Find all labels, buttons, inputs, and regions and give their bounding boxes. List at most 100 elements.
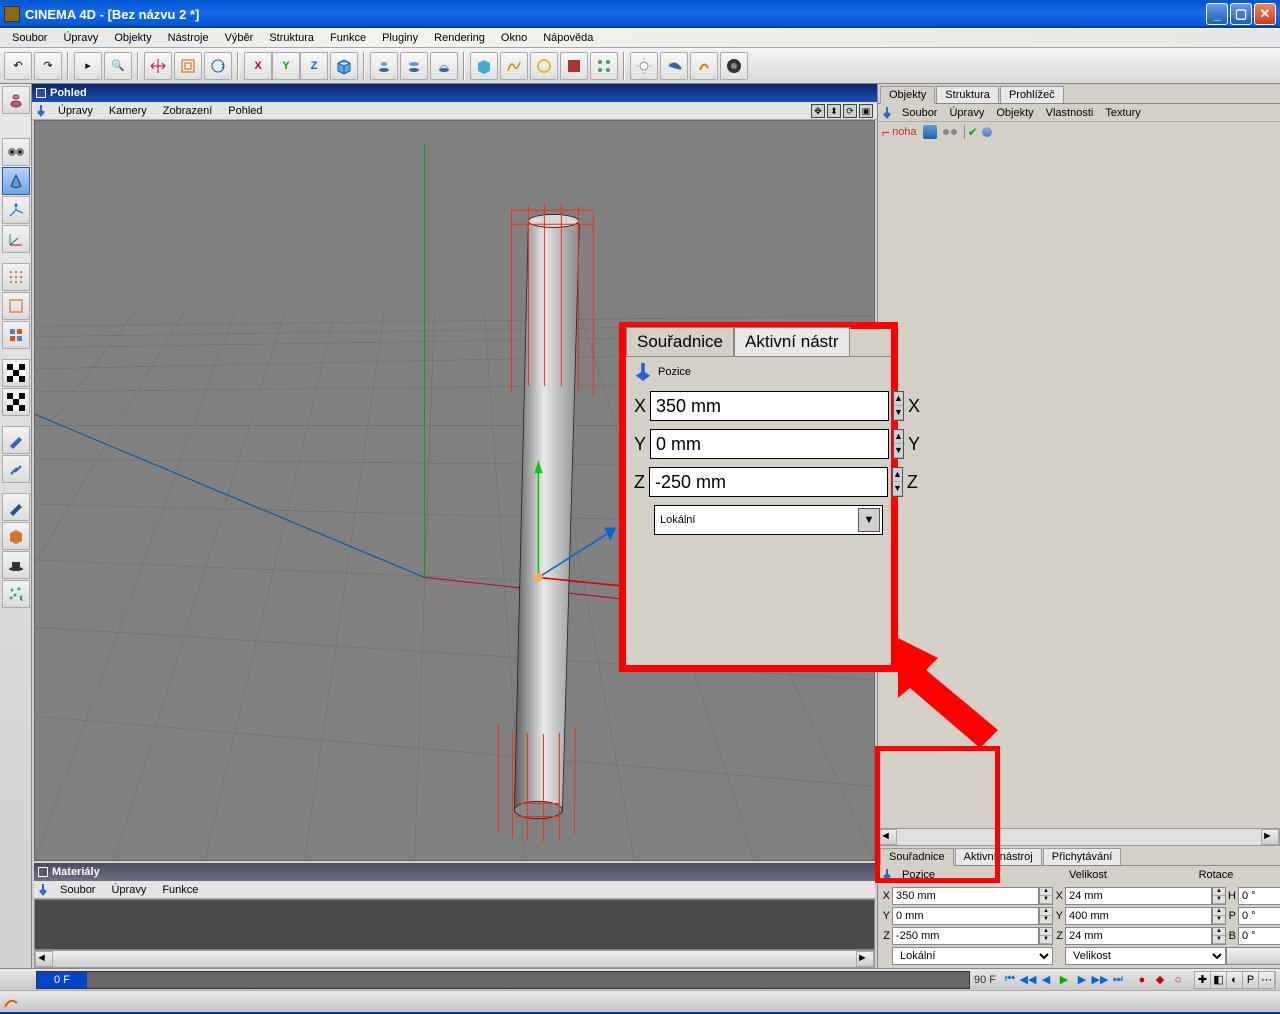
rot-h-input[interactable]: [1238, 887, 1280, 905]
apply-button[interactable]: Použít: [1226, 947, 1280, 965]
object-name[interactable]: noha: [892, 126, 916, 138]
current-frame[interactable]: 0 F: [37, 972, 87, 988]
visibility-dots[interactable]: [943, 129, 957, 135]
circle-shape-button[interactable]: [530, 52, 558, 80]
primitive-menu-button[interactable]: [470, 52, 498, 80]
om-menu-objekty[interactable]: Objekty: [990, 107, 1039, 119]
vp-nav-3[interactable]: ⟳: [843, 104, 857, 118]
menu-objekty[interactable]: Objekty: [106, 30, 159, 46]
record-button[interactable]: ●: [1134, 972, 1150, 988]
zoom-tab-aktivni[interactable]: Aktivní nástr: [734, 327, 850, 356]
undo-button[interactable]: ↶: [4, 52, 32, 80]
pos-mode-select[interactable]: Lokální: [892, 947, 1053, 965]
spinner[interactable]: ▲▼: [893, 391, 904, 421]
menu-okno[interactable]: Okno: [493, 30, 535, 46]
zoom-mode-select[interactable]: Lokální▼: [654, 505, 883, 535]
tool-edges[interactable]: [2, 292, 30, 320]
tool-brush[interactable]: [2, 426, 30, 454]
spinner[interactable]: ▲▼: [1039, 907, 1053, 925]
key-param-button[interactable]: P: [1243, 972, 1259, 988]
mat-menu-upravy[interactable]: Úpravy: [103, 884, 154, 896]
menu-funkce[interactable]: Funkce: [322, 30, 374, 46]
keyframe-button[interactable]: ○: [1170, 972, 1186, 988]
vp-nav-4[interactable]: ▣: [859, 104, 873, 118]
rotate-tool[interactable]: [204, 52, 232, 80]
axis-y-toggle[interactable]: Y: [272, 52, 300, 80]
scene-button[interactable]: [660, 52, 688, 80]
tool-checker-b[interactable]: [2, 388, 30, 416]
tool-eyes[interactable]: [2, 138, 30, 166]
axis-x-toggle[interactable]: X: [244, 52, 272, 80]
pos-x-input[interactable]: [892, 887, 1039, 905]
key-s-button[interactable]: ◧: [1211, 972, 1227, 988]
next-frame-button[interactable]: ▶: [1074, 972, 1090, 988]
expand-icon[interactable]: ⌐: [882, 124, 890, 140]
om-menu-vlastnosti[interactable]: Vlastnosti: [1040, 107, 1100, 119]
translate-tool[interactable]: [144, 52, 172, 80]
timeline[interactable]: 0 F: [36, 971, 970, 989]
deformer-3-button[interactable]: [430, 52, 458, 80]
tool-checker-a[interactable]: [2, 359, 30, 387]
close-button[interactable]: ✕: [1254, 3, 1276, 25]
spinner[interactable]: ▲▼: [1039, 887, 1053, 905]
pos-z-input[interactable]: [892, 927, 1039, 945]
tab-struktura[interactable]: Struktura: [936, 86, 999, 103]
materials-scrollbar[interactable]: ◄►: [34, 950, 875, 968]
tool-hat[interactable]: [2, 551, 30, 579]
size-y-input[interactable]: [1065, 907, 1212, 925]
spinner[interactable]: ▲▼: [892, 467, 903, 497]
tool-link[interactable]: [2, 455, 30, 483]
spinner[interactable]: ▲▼: [1212, 927, 1226, 945]
tab-objekty[interactable]: Objekty: [880, 86, 935, 104]
tool-brush2[interactable]: [2, 493, 30, 521]
menu-pluginy[interactable]: Pluginy: [374, 30, 426, 46]
vp-menu-upravy[interactable]: Úpravy: [50, 105, 101, 117]
play-button[interactable]: ▶: [1056, 972, 1072, 988]
render-view-button[interactable]: [720, 52, 748, 80]
key-r-button[interactable]: ◐: [1227, 972, 1243, 988]
redo-button[interactable]: ↷: [34, 52, 62, 80]
menu-napoveda[interactable]: Nápověda: [535, 30, 601, 46]
menu-soubor[interactable]: Soubor: [4, 30, 55, 46]
goto-end-button[interactable]: ⏭: [1110, 972, 1126, 988]
tool-box[interactable]: [2, 522, 30, 550]
tool-cone[interactable]: [2, 167, 30, 195]
tool-axis-icon[interactable]: [2, 196, 30, 224]
prev-frame-button[interactable]: ◀: [1038, 972, 1054, 988]
tool-a-button[interactable]: [690, 52, 718, 80]
tab-prohlizec[interactable]: Prohlížeč: [1000, 86, 1064, 103]
size-z-input[interactable]: [1065, 927, 1212, 945]
mat-menu-soubor[interactable]: Soubor: [52, 884, 103, 896]
menu-vyber[interactable]: Výběr: [217, 30, 262, 46]
om-menu-textury[interactable]: Textury: [1099, 107, 1146, 119]
phong-tag-icon[interactable]: [982, 127, 992, 137]
nurbs-button[interactable]: [560, 52, 588, 80]
menu-struktura[interactable]: Struktura: [261, 30, 322, 46]
pos-y-input[interactable]: [892, 907, 1039, 925]
goto-start-button[interactable]: ⏮: [1002, 972, 1018, 988]
zoom-z-input[interactable]: [649, 467, 888, 497]
tool-points[interactable]: [2, 263, 30, 291]
tool-vase[interactable]: [2, 86, 30, 114]
rot-b-input[interactable]: [1238, 927, 1280, 945]
om-menu-upravy[interactable]: Úpravy: [943, 107, 990, 119]
om-scrollbar[interactable]: ◄►: [878, 828, 1280, 846]
move-tool[interactable]: 🔍: [104, 52, 132, 80]
axis-z-toggle[interactable]: Z: [300, 52, 328, 80]
vp-menu-kamery[interactable]: Kamery: [101, 105, 155, 117]
tool-coord-icon[interactable]: [2, 225, 30, 253]
size-mode-select[interactable]: Velikost: [1065, 947, 1226, 965]
array-button[interactable]: [590, 52, 618, 80]
object-row-noha[interactable]: ⌐ noha ✔: [878, 122, 1280, 142]
spinner[interactable]: ▲▼: [893, 429, 904, 459]
enable-check-icon[interactable]: ✔: [968, 125, 978, 139]
select-tool[interactable]: ▸: [74, 52, 102, 80]
deformer-1-button[interactable]: [370, 52, 398, 80]
spinner[interactable]: ▲▼: [1212, 907, 1226, 925]
zoom-tab-souradnice[interactable]: Souřadnice: [626, 327, 734, 356]
vp-nav-2[interactable]: ⬍: [827, 104, 841, 118]
spinner[interactable]: ▲▼: [1039, 927, 1053, 945]
mat-menu-funkce[interactable]: Funkce: [154, 884, 206, 896]
spinner[interactable]: ▲▼: [1212, 887, 1226, 905]
size-x-input[interactable]: [1065, 887, 1212, 905]
